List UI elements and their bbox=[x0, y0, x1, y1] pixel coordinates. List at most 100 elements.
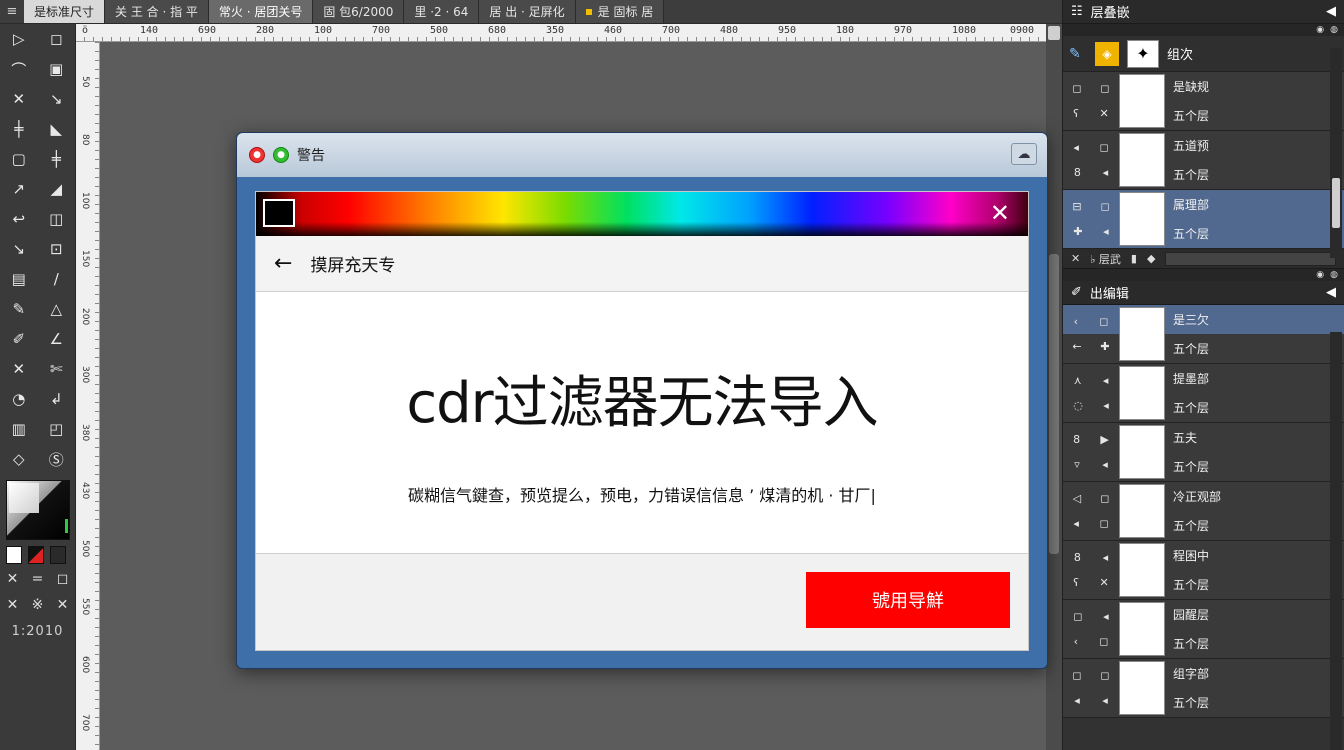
layer-control-icon[interactable]: ◂ bbox=[1073, 517, 1079, 530]
tool-icon[interactable]: ╪ bbox=[38, 144, 76, 174]
panel-menu-icon[interactable]: ◍ bbox=[1330, 25, 1338, 35]
layer-control-icon[interactable]: ✕ bbox=[1099, 576, 1108, 589]
layer-toolbar-icon[interactable]: ▮ bbox=[1131, 252, 1137, 265]
layer-row[interactable]: ⊟ ◻ ✚ ◂ 属理部 五个层 bbox=[1063, 190, 1344, 249]
back-arrow-icon[interactable]: ← bbox=[274, 251, 292, 276]
layer-row-top[interactable]: ✎ ◈ ✦ 组次 bbox=[1063, 36, 1344, 72]
layer-control-icon[interactable]: ◻ bbox=[1099, 635, 1108, 648]
tool-icon[interactable]: ↩ bbox=[0, 204, 38, 234]
layer-control-icon[interactable]: ◂ bbox=[1103, 166, 1109, 179]
layer-control-icon[interactable]: ◻ bbox=[1099, 315, 1108, 328]
tool-icon[interactable]: ◻ bbox=[38, 24, 76, 54]
document-tab[interactable]: 固 包6/2000 bbox=[313, 0, 405, 23]
layer-control-icon[interactable]: ◂ bbox=[1103, 399, 1109, 412]
layer-control-icon[interactable]: ▿ bbox=[1074, 458, 1080, 471]
layer-control-icon[interactable]: 8 bbox=[1074, 166, 1081, 179]
tool-icon[interactable]: ↲ bbox=[38, 384, 76, 414]
opacity-field[interactable] bbox=[1165, 251, 1336, 266]
lock-icon[interactable]: ◈ bbox=[1095, 41, 1119, 66]
layer-thumbnail[interactable] bbox=[1119, 661, 1165, 715]
layer-thumbnail[interactable] bbox=[1119, 543, 1165, 597]
layer-thumbnail[interactable] bbox=[1119, 133, 1165, 187]
tool-icon[interactable]: ▣ bbox=[38, 54, 76, 84]
layer-control-icon[interactable]: ⊟ bbox=[1072, 200, 1081, 213]
layer-control-icon[interactable]: ʕ bbox=[1073, 576, 1079, 589]
layer-control-icon[interactable]: ◂ bbox=[1074, 694, 1080, 707]
red-swatch[interactable] bbox=[28, 546, 44, 564]
mode-icon[interactable]: ✕ bbox=[57, 597, 69, 613]
collapse-arrow-icon-2[interactable]: ◀ bbox=[1326, 285, 1336, 300]
layer-control-icon[interactable]: ◻ bbox=[1072, 669, 1081, 682]
layer-control-icon[interactable]: ◂ bbox=[1103, 610, 1109, 623]
tool-icon[interactable]: ↘ bbox=[0, 234, 38, 264]
layer-control-icon[interactable]: 8 bbox=[1074, 551, 1081, 564]
layer-row[interactable]: ◁ ◻ ◂ ◻ 冷正观部 五个层 bbox=[1063, 482, 1344, 541]
layer-control-icon[interactable]: ‹ bbox=[1074, 635, 1078, 648]
layer-row[interactable]: ‹ ◻ ← ✚ 是三欠 五个层 bbox=[1063, 305, 1344, 364]
document-tab[interactable]: 关 王 合 · 指 平 bbox=[105, 0, 209, 23]
layer-control-icon[interactable]: ▶ bbox=[1100, 433, 1108, 446]
tool-icon[interactable]: Ⓢ bbox=[38, 444, 76, 474]
layer-control-icon[interactable]: ◻ bbox=[1073, 610, 1082, 623]
layer-control-icon[interactable]: ◂ bbox=[1103, 225, 1109, 238]
tool-icon[interactable]: ╪ bbox=[0, 114, 38, 144]
layer-control-icon[interactable]: ‹ bbox=[1074, 315, 1078, 328]
layer-control-icon[interactable]: ◻ bbox=[1100, 200, 1109, 213]
layer-thumbnail[interactable] bbox=[1119, 602, 1165, 656]
tool-icon[interactable]: ◣ bbox=[38, 114, 76, 144]
tool-icon[interactable]: ⊡ bbox=[38, 234, 76, 264]
workspace-scrollbar[interactable] bbox=[1046, 24, 1062, 750]
layer-control-icon[interactable]: ◻ bbox=[1100, 669, 1109, 682]
foreground-color[interactable] bbox=[9, 483, 39, 513]
layer-thumbnail[interactable] bbox=[1119, 74, 1165, 128]
cloud-icon[interactable]: ☁ bbox=[1011, 143, 1037, 165]
layer-row[interactable]: ⋏ ◂ ◌ ◂ 提墨部 五个层 bbox=[1063, 364, 1344, 423]
layer-control-icon[interactable]: ◁ bbox=[1073, 492, 1081, 505]
tool-icon[interactable]: ◢ bbox=[38, 174, 76, 204]
tool-icon[interactable]: ◰ bbox=[38, 414, 76, 444]
panel-option-icon-2[interactable]: ◉ bbox=[1316, 270, 1324, 280]
layer-thumbnail[interactable] bbox=[1119, 192, 1165, 246]
layer-thumbnail[interactable] bbox=[1119, 366, 1165, 420]
tool-icon[interactable]: ◔ bbox=[0, 384, 38, 414]
close-icon[interactable]: ✕ bbox=[990, 200, 1010, 226]
layer-row[interactable]: ◻ ◻ ʕ ✕ 是缺规 五个层 bbox=[1063, 72, 1344, 131]
panel-menu-icon-2[interactable]: ◍ bbox=[1330, 270, 1338, 280]
tool-icon[interactable]: ✎ bbox=[0, 294, 38, 324]
document-tab[interactable]: 是标准尺寸 bbox=[24, 0, 106, 23]
maximize-window-icon[interactable]: ● bbox=[273, 147, 289, 163]
tool-icon[interactable]: ∕ bbox=[38, 264, 76, 294]
close-window-icon[interactable]: ● bbox=[249, 147, 265, 163]
white-swatch[interactable] bbox=[6, 546, 22, 564]
tool-icon[interactable]: △ bbox=[38, 294, 76, 324]
tool-icon[interactable]: ▷ bbox=[0, 24, 38, 54]
tool-icon[interactable]: ↘ bbox=[38, 84, 76, 114]
tool-icon[interactable]: ✕ bbox=[0, 354, 38, 384]
layer-row[interactable]: 8 ▶ ▿ ◂ 五夫 五个层 bbox=[1063, 423, 1344, 482]
mode-icon[interactable]: ✕ bbox=[7, 571, 19, 587]
color-spectrum-bar[interactable]: ✕ bbox=[256, 192, 1028, 236]
mode-icon[interactable]: ※ bbox=[32, 597, 44, 613]
document-tab[interactable]: 常火 · 居团关号 bbox=[208, 0, 314, 23]
visibility-icon[interactable]: ✎ bbox=[1069, 46, 1087, 62]
layer-control-icon[interactable]: ◂ bbox=[1103, 374, 1109, 387]
layer-control-icon[interactable]: ✚ bbox=[1073, 225, 1082, 238]
dark-swatch[interactable] bbox=[50, 546, 66, 564]
tool-icon[interactable]: ▥ bbox=[0, 414, 38, 444]
layer-row[interactable]: ◻ ◻ ◂ ◂ 组字部 五个层 bbox=[1063, 659, 1344, 718]
tool-icon[interactable]: ✕ bbox=[0, 84, 38, 114]
layer-toolbar-icon[interactable]: ♭ 层武 bbox=[1090, 251, 1121, 267]
collapse-arrow-icon[interactable]: ◀ bbox=[1326, 4, 1336, 19]
color-picker-swatch[interactable] bbox=[6, 480, 70, 540]
document-tab[interactable]: 居 出 · 足屏化 bbox=[479, 0, 576, 23]
layer-control-icon[interactable]: ✚ bbox=[1100, 340, 1109, 353]
layer-control-icon[interactable]: 8 bbox=[1073, 433, 1080, 446]
tool-icon[interactable]: ⌒ bbox=[0, 54, 38, 84]
tool-icon[interactable]: ✐ bbox=[0, 324, 38, 354]
layer-control-icon[interactable]: ✕ bbox=[1099, 107, 1108, 120]
layer-toolbar-icon[interactable]: ◆ bbox=[1147, 252, 1155, 265]
primary-action-button[interactable]: 號用导鮮 bbox=[806, 572, 1010, 628]
layer-control-icon[interactable]: ◂ bbox=[1102, 458, 1108, 471]
menu-icon[interactable]: ≡ bbox=[0, 0, 24, 23]
scroll-thumb[interactable] bbox=[1049, 254, 1059, 554]
